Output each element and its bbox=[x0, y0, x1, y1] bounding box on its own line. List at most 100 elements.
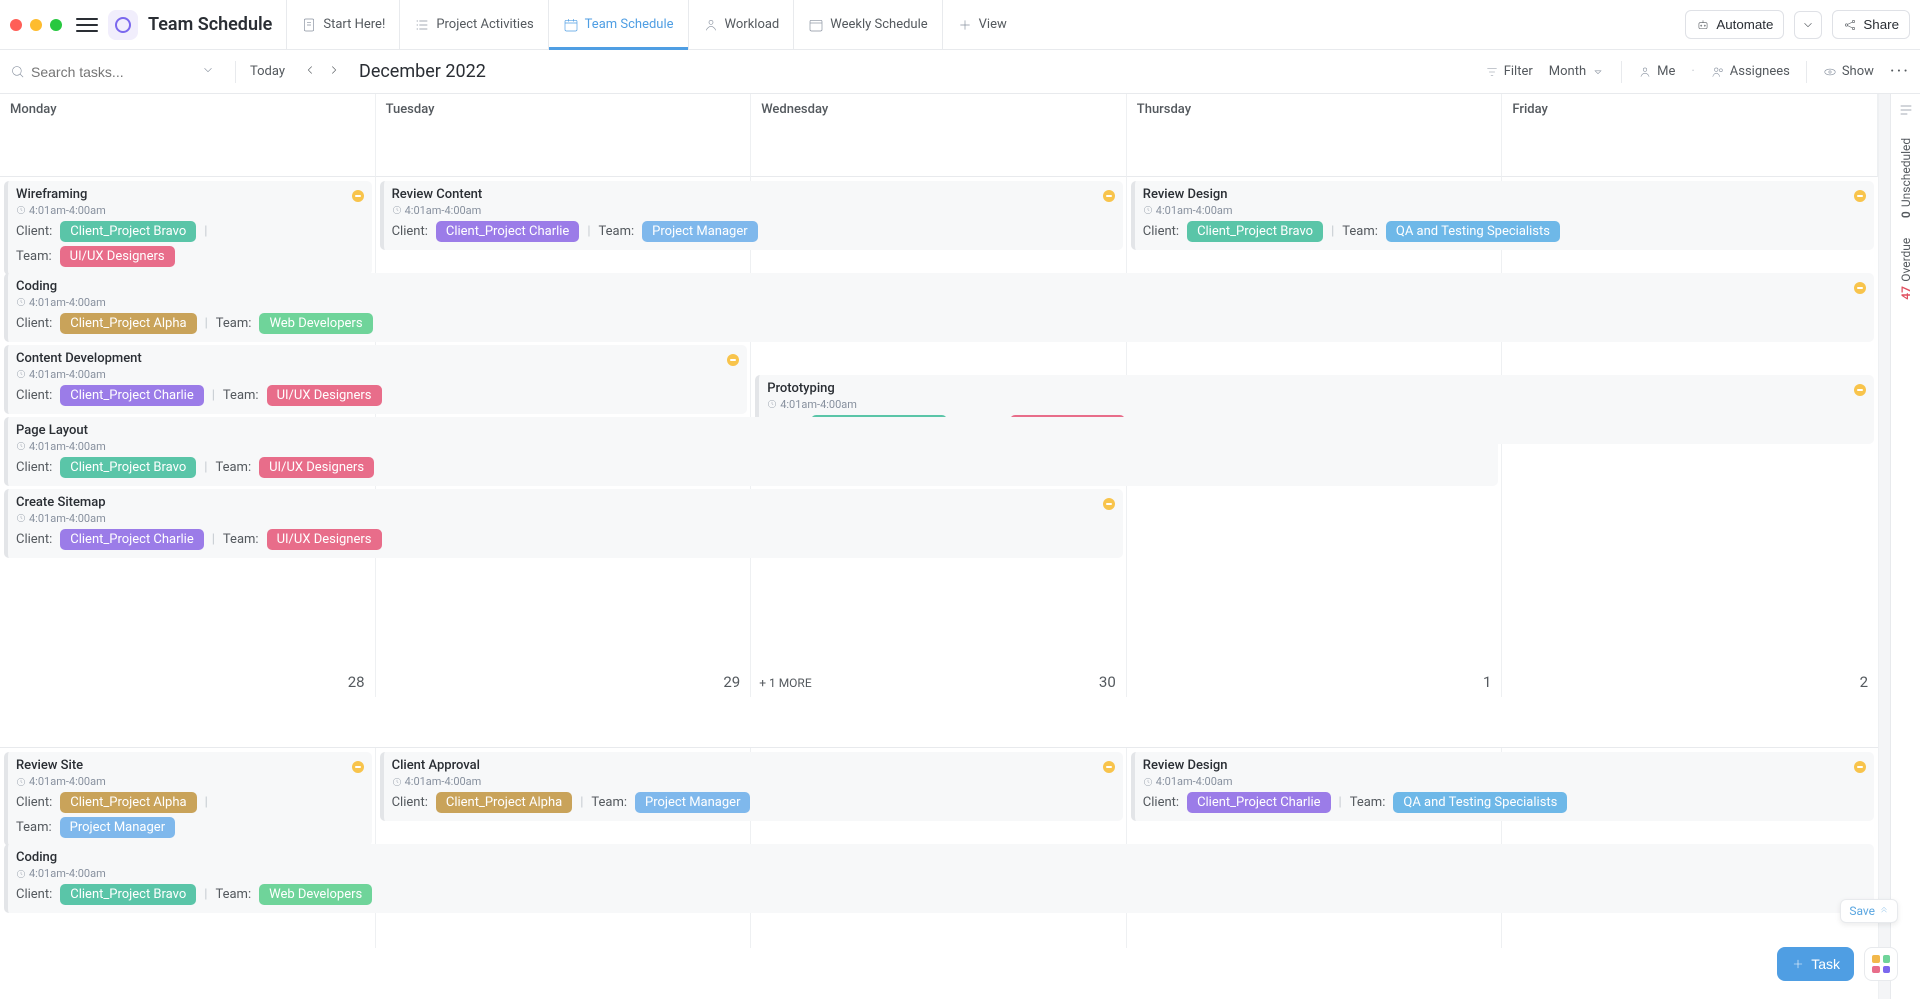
robot-icon bbox=[1696, 18, 1710, 32]
automate-button[interactable]: Automate bbox=[1685, 10, 1784, 39]
show-button[interactable]: Show bbox=[1823, 64, 1874, 79]
client-tag[interactable]: Client_Project Bravo bbox=[60, 457, 196, 478]
team-tag[interactable]: Web Developers bbox=[259, 313, 372, 334]
separator bbox=[1621, 61, 1622, 83]
clock-icon bbox=[392, 777, 402, 787]
team-tag[interactable]: Web Developers bbox=[259, 884, 372, 905]
filter-icon bbox=[1485, 65, 1499, 79]
share-icon bbox=[1843, 18, 1857, 32]
team-tag[interactable]: QA and Testing Specialists bbox=[1386, 221, 1560, 242]
month-selector[interactable]: Month bbox=[1549, 64, 1605, 79]
team-tag[interactable]: UI/UX Designers bbox=[60, 246, 175, 267]
task-card[interactable]: Wireframing 4:01am-4:00am Client: Client… bbox=[4, 181, 372, 275]
client-tag[interactable]: Client_Project Alpha bbox=[60, 313, 196, 334]
client-tag[interactable]: Client_Project Charlie bbox=[1187, 792, 1330, 813]
today-button[interactable]: Today bbox=[250, 64, 285, 79]
client-tag[interactable]: Client_Project Bravo bbox=[60, 884, 196, 905]
dot-sep: · bbox=[1691, 64, 1694, 79]
sep: | bbox=[205, 795, 208, 810]
task-title: Create Sitemap bbox=[16, 495, 1115, 510]
team-tag[interactable]: UI/UX Designers bbox=[267, 529, 382, 550]
team-tag[interactable]: Project Manager bbox=[642, 221, 757, 242]
client-tag[interactable]: Client_Project Bravo bbox=[60, 221, 196, 242]
automate-label: Automate bbox=[1716, 17, 1773, 32]
minimize-icon[interactable] bbox=[30, 19, 42, 31]
filter-button[interactable]: Filter bbox=[1485, 64, 1533, 79]
team-label: Team: bbox=[16, 249, 52, 264]
task-card[interactable]: Review Content 4:01am-4:00am Client: Cli… bbox=[380, 181, 1123, 250]
close-icon[interactable] bbox=[10, 19, 22, 31]
team-tag[interactable]: UI/UX Designers bbox=[259, 457, 374, 478]
tab-start-here[interactable]: Start Here! bbox=[286, 0, 399, 50]
me-filter[interactable]: Me bbox=[1638, 64, 1675, 79]
next-month[interactable] bbox=[323, 59, 345, 85]
client-label: Client: bbox=[392, 224, 428, 239]
team-tag[interactable]: QA and Testing Specialists bbox=[1393, 792, 1567, 813]
status-icon bbox=[352, 190, 364, 202]
task-time: 4:01am-4:00am bbox=[29, 512, 106, 525]
search-input[interactable] bbox=[31, 64, 181, 80]
task-card[interactable]: Coding 4:01am-4:00am Client: Client_Proj… bbox=[4, 273, 1874, 342]
prev-month[interactable] bbox=[299, 59, 321, 85]
status-icon bbox=[352, 761, 364, 773]
share-button[interactable]: Share bbox=[1832, 10, 1910, 39]
task-card[interactable]: Create Sitemap 4:01am-4:00am Client: Cli… bbox=[4, 489, 1123, 558]
plus-icon bbox=[957, 17, 973, 33]
task-card[interactable]: Review Design 4:01am-4:00am Client: Clie… bbox=[1131, 181, 1874, 250]
task-card[interactable]: Page Layout 4:01am-4:00am Client: Client… bbox=[4, 417, 1498, 486]
day-header: Friday bbox=[1502, 94, 1878, 177]
tab-project-activities[interactable]: Project Activities bbox=[399, 0, 547, 50]
team-tag[interactable]: Project Manager bbox=[60, 817, 175, 838]
client-label: Client: bbox=[1143, 795, 1179, 810]
separator bbox=[1806, 61, 1807, 83]
unscheduled-count: 0 bbox=[1899, 211, 1913, 218]
task-title: Page Layout bbox=[16, 423, 1490, 438]
sep: | bbox=[204, 887, 207, 902]
task-title: Client Approval bbox=[392, 758, 1115, 773]
more-menu[interactable]: ··· bbox=[1890, 61, 1910, 82]
more-link[interactable]: + 1 MORE bbox=[759, 676, 811, 690]
sidebar-toggle-icon[interactable] bbox=[1898, 102, 1914, 118]
clock-icon bbox=[16, 777, 26, 787]
sep: | bbox=[212, 532, 215, 547]
month-label: Month bbox=[1549, 64, 1586, 79]
tab-weekly-schedule[interactable]: Weekly Schedule bbox=[793, 0, 941, 50]
task-time: 4:01am-4:00am bbox=[29, 775, 106, 788]
team-label: Team: bbox=[215, 460, 251, 475]
apps-button[interactable] bbox=[1864, 947, 1898, 981]
tab-team-schedule[interactable]: Team Schedule bbox=[548, 0, 688, 50]
team-label: Team: bbox=[591, 795, 627, 810]
team-tag[interactable]: Project Manager bbox=[635, 792, 750, 813]
sep: | bbox=[580, 795, 583, 810]
unscheduled-panel[interactable]: 0 Unscheduled bbox=[1899, 138, 1913, 218]
separator bbox=[235, 61, 236, 83]
task-card[interactable]: Coding 4:01am-4:00am Client: Client_Proj… bbox=[4, 844, 1874, 913]
save-label: Save bbox=[1849, 904, 1875, 918]
client-tag[interactable]: Client_Project Alpha bbox=[60, 792, 196, 813]
scrollbar[interactable] bbox=[1878, 94, 1890, 999]
menu-icon[interactable] bbox=[76, 14, 98, 36]
client-tag[interactable]: Client_Project Bravo bbox=[1187, 221, 1323, 242]
maximize-icon[interactable] bbox=[50, 19, 62, 31]
task-card[interactable]: Review Design 4:01am-4:00am Client: Clie… bbox=[1131, 752, 1874, 821]
client-tag[interactable]: Client_Project Charlie bbox=[436, 221, 579, 242]
assignees-filter[interactable]: Assignees bbox=[1711, 64, 1790, 79]
sep: | bbox=[1331, 224, 1334, 239]
automate-dropdown[interactable] bbox=[1794, 11, 1822, 39]
tab-add-view[interactable]: View bbox=[942, 0, 1021, 50]
caret-down-icon bbox=[1591, 65, 1605, 79]
client-tag[interactable]: Client_Project Charlie bbox=[60, 529, 203, 550]
task-time: 4:01am-4:00am bbox=[1156, 204, 1233, 217]
tab-workload[interactable]: Workload bbox=[688, 0, 794, 50]
team-label: Team: bbox=[16, 820, 52, 835]
search-dropdown[interactable] bbox=[195, 63, 221, 81]
client-tag[interactable]: Client_Project Alpha bbox=[436, 792, 572, 813]
save-button[interactable]: Save bbox=[1840, 899, 1898, 923]
overdue-panel[interactable]: 47 Overdue bbox=[1899, 238, 1913, 300]
task-card[interactable]: Review Site 4:01am-4:00am Client: Client… bbox=[4, 752, 372, 846]
task-card[interactable]: Client Approval 4:01am-4:00am Client: Cl… bbox=[380, 752, 1123, 821]
search-icon bbox=[10, 64, 25, 79]
window-controls[interactable] bbox=[10, 19, 62, 31]
new-task-button[interactable]: Task bbox=[1777, 947, 1854, 981]
status-icon bbox=[1854, 190, 1866, 202]
